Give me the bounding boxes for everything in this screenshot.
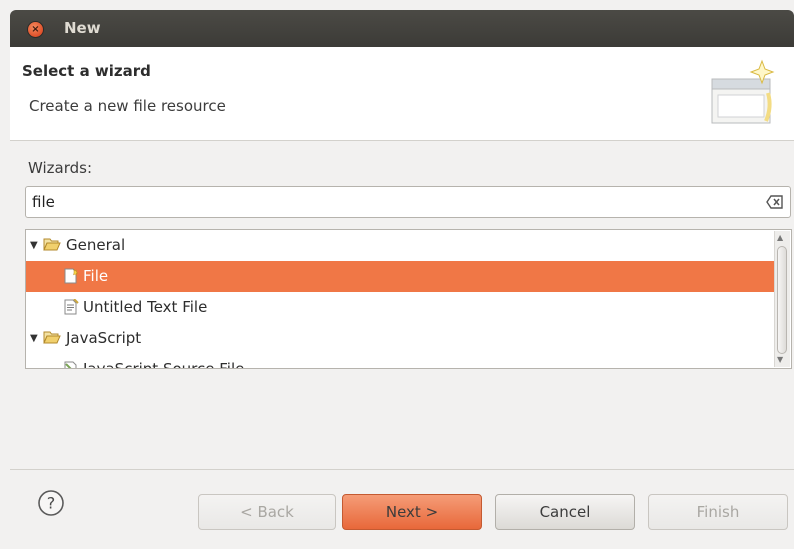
scroll-down-arrow-icon[interactable]: ▼ — [777, 355, 783, 364]
button-bar-divider — [10, 469, 794, 470]
tree-scrollbar[interactable]: ▲ ▼ — [774, 231, 790, 367]
tree-item-label: JavaScript Source File — [83, 360, 245, 369]
back-button[interactable]: < Back — [198, 494, 336, 530]
next-button[interactable]: Next > — [342, 494, 482, 530]
wizards-label: Wizards: — [28, 159, 93, 177]
tree-item-file[interactable]: File — [26, 261, 774, 292]
wizard-filter-field[interactable] — [25, 186, 791, 218]
tree-item-label: File — [83, 267, 109, 285]
wizard-tree[interactable]: ▼ General File Untitled Text File ▼ Java… — [25, 229, 792, 369]
scrollbar-thumb[interactable] — [777, 246, 787, 354]
wizard-header: Select a wizard Create a new file resour… — [10, 47, 794, 141]
new-wizard-dialog: Select a wizard Create a new file resour… — [10, 47, 794, 549]
clear-text-icon[interactable] — [766, 195, 784, 209]
tree-item-general[interactable]: ▼ General — [26, 230, 774, 261]
folder-open-icon — [43, 238, 61, 251]
tree-item-javascript-source-file[interactable]: JavaScript Source File — [26, 354, 774, 369]
tree-item-label: General — [66, 236, 126, 254]
js-file-icon — [64, 361, 77, 368]
page-description: Create a new file resource — [29, 97, 226, 115]
folder-open-icon — [43, 331, 61, 344]
cancel-button[interactable]: Cancel — [495, 494, 635, 530]
title-bar[interactable]: × New — [10, 10, 794, 47]
close-icon[interactable]: × — [31, 24, 39, 35]
new-file-icon — [64, 268, 79, 284]
wizard-filter-input[interactable] — [32, 191, 752, 213]
tree-item-javascript[interactable]: ▼ JavaScript — [26, 323, 774, 354]
tree-item-label: Untitled Text File — [83, 298, 208, 316]
window-title: New — [64, 19, 101, 37]
text-file-icon — [64, 299, 79, 315]
wizard-banner-icon — [711, 59, 775, 124]
expanded-arrow-icon[interactable]: ▼ — [30, 333, 38, 344]
page-title: Select a wizard — [22, 62, 151, 80]
expanded-arrow-icon[interactable]: ▼ — [30, 240, 38, 251]
help-glyph[interactable]: ? — [47, 494, 56, 513]
finish-button[interactable]: Finish — [648, 494, 788, 530]
close-button[interactable]: × — [28, 22, 43, 37]
help-icon[interactable]: ? — [37, 489, 65, 517]
tree-item-label: JavaScript — [66, 329, 142, 347]
scroll-up-arrow-icon[interactable]: ▲ — [777, 233, 783, 242]
tree-item-untitled-text-file[interactable]: Untitled Text File — [26, 292, 774, 323]
